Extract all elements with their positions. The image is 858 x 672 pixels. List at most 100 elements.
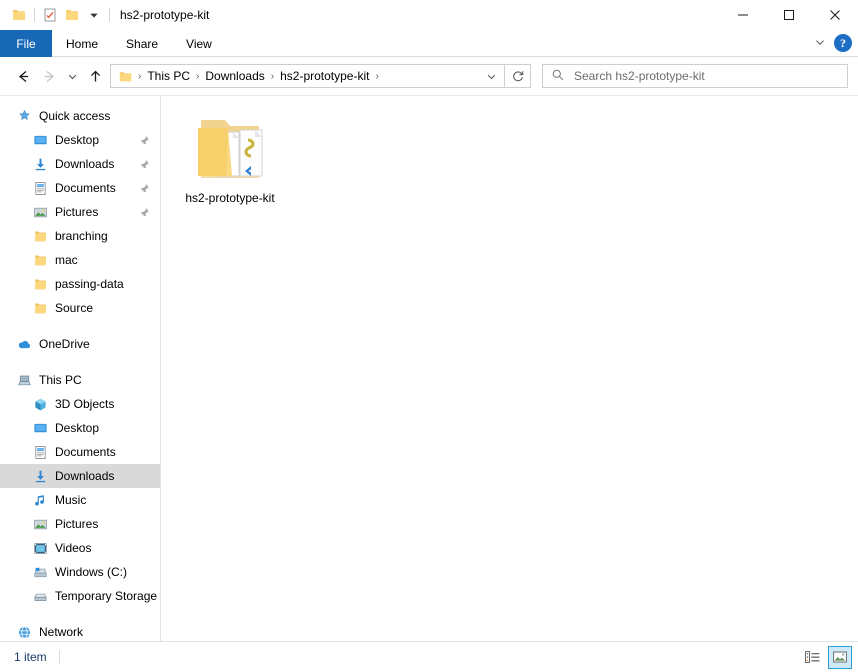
sidebar-item-label: Documents (55, 445, 116, 459)
forward-button (36, 62, 62, 90)
thispc-icon (16, 372, 32, 388)
search-icon (551, 68, 565, 85)
search-input[interactable]: Search hs2-prototype-kit (574, 69, 705, 83)
sidebar-group-quick-access[interactable]: Quick access (0, 104, 160, 128)
sidebar-item-3d-objects[interactable]: 3D Objects (0, 392, 160, 416)
pin-icon[interactable] (138, 134, 150, 146)
toolbar-divider (34, 8, 35, 22)
expand-ribbon-chevron-icon[interactable] (814, 36, 826, 51)
sidebar-item-downloads[interactable]: Downloads (0, 152, 160, 176)
view-toggle-group (800, 646, 852, 669)
ribbon-right-controls: ? (814, 30, 858, 56)
help-button[interactable]: ? (834, 34, 852, 52)
recent-locations-chevron-icon[interactable] (62, 62, 82, 90)
pin-icon[interactable] (138, 206, 150, 218)
navigation-pane[interactable]: Quick access Desktop Downloads (0, 96, 161, 641)
customize-chevron-icon[interactable] (83, 4, 105, 26)
maximize-button[interactable] (766, 0, 812, 30)
sidebar-item-documents-pc[interactable]: Documents (0, 440, 160, 464)
tab-file[interactable]: File (0, 30, 52, 57)
details-view-button[interactable] (800, 646, 824, 669)
sidebar-item-label: 3D Objects (55, 397, 114, 411)
sidebar-spacer-3 (0, 608, 160, 620)
item-count-label: 1 item (14, 650, 47, 664)
quick-access-toolbar (8, 4, 114, 26)
breadcrumb-item-hs2-prototype-kit[interactable]: hs2-prototype-kit (277, 69, 372, 83)
sidebar-group-label: This PC (39, 373, 82, 387)
folder-icon (32, 228, 48, 244)
sidebar-item-label: Desktop (55, 421, 99, 435)
folder-icon (32, 300, 48, 316)
sidebar-item-pictures-pc[interactable]: Pictures (0, 512, 160, 536)
folder-with-files-icon (193, 110, 267, 188)
sidebar-item-label: passing-data (55, 277, 124, 291)
pin-icon[interactable] (138, 158, 150, 170)
up-button[interactable] (82, 62, 108, 90)
sidebar-item-windows-c[interactable]: Windows (C:) (0, 560, 160, 584)
minimize-button[interactable] (720, 0, 766, 30)
sidebar-item-desktop[interactable]: Desktop (0, 128, 160, 152)
tab-share[interactable]: Share (112, 30, 172, 57)
window-title: hs2-prototype-kit (120, 8, 209, 22)
sidebar-item-temporary-storage[interactable]: Temporary Storage (0, 584, 160, 608)
sidebar-spacer-2 (0, 356, 160, 368)
sidebar-item-videos[interactable]: Videos (0, 536, 160, 560)
tab-home[interactable]: Home (52, 30, 112, 57)
network-icon (16, 624, 32, 640)
breadcrumb-item-downloads[interactable]: Downloads (202, 69, 267, 83)
explorer-body: Quick access Desktop Downloads (0, 95, 858, 641)
sidebar-item-downloads-pc[interactable]: Downloads (0, 464, 160, 488)
folder-icon (32, 276, 48, 292)
toolbar-divider-2 (109, 8, 110, 22)
sidebar-group-label: Network (39, 625, 83, 639)
sidebar-item-label: Desktop (55, 133, 99, 147)
sidebar-item-label: Documents (55, 181, 116, 195)
sidebar-item-branching[interactable]: branching (0, 224, 160, 248)
pictures-icon (32, 516, 48, 532)
sidebar-group-network[interactable]: Network (0, 620, 160, 641)
properties-icon[interactable] (39, 4, 61, 26)
tab-view[interactable]: View (172, 30, 226, 57)
breadcrumb-dropdown-chevron-icon[interactable] (480, 65, 502, 87)
sidebar-item-passing-data[interactable]: passing-data (0, 272, 160, 296)
sidebar-item-label: Videos (55, 541, 91, 555)
documents-icon (32, 180, 48, 196)
close-button[interactable] (812, 0, 858, 30)
new-folder-icon[interactable] (61, 4, 83, 26)
sidebar-item-desktop-pc[interactable]: Desktop (0, 416, 160, 440)
sidebar-item-label: Downloads (55, 157, 114, 171)
breadcrumb-separator-1: › (193, 71, 202, 82)
file-explorer-window: hs2-prototype-kit File Home Share View ? (0, 0, 858, 672)
large-icons-view-button[interactable] (828, 646, 852, 669)
sidebar-spacer-1 (0, 320, 160, 332)
downloads-icon (32, 156, 48, 172)
window-controls (720, 0, 858, 30)
music-icon (32, 492, 48, 508)
sidebar-group-this-pc[interactable]: This PC (0, 368, 160, 392)
file-item[interactable]: hs2-prototype-kit (175, 106, 285, 209)
file-grid: hs2-prototype-kit (175, 106, 858, 209)
drive-icon (32, 588, 48, 604)
ribbon-tabs: File Home Share View ? (0, 30, 858, 57)
sidebar-group-onedrive[interactable]: OneDrive (0, 332, 160, 356)
breadcrumb[interactable]: › This PC › Downloads › hs2-prototype-ki… (110, 64, 505, 88)
sidebar-item-pictures[interactable]: Pictures (0, 200, 160, 224)
sidebar-item-documents[interactable]: Documents (0, 176, 160, 200)
sidebar-item-mac[interactable]: mac (0, 248, 160, 272)
sidebar-item-label: Downloads (55, 469, 114, 483)
breadcrumb-item-this-pc[interactable]: This PC (144, 69, 193, 83)
refresh-button[interactable] (505, 64, 531, 88)
search-box[interactable]: Search hs2-prototype-kit (542, 64, 848, 88)
address-bar: › This PC › Downloads › hs2-prototype-ki… (0, 57, 858, 95)
back-button[interactable] (10, 62, 36, 90)
sidebar-item-music[interactable]: Music (0, 488, 160, 512)
videos-icon (32, 540, 48, 556)
cloud-icon (16, 336, 32, 352)
file-list-view[interactable]: hs2-prototype-kit (161, 96, 858, 641)
sidebar-item-source[interactable]: Source (0, 296, 160, 320)
pictures-icon (32, 204, 48, 220)
sidebar-item-label: Temporary Storage (55, 589, 157, 603)
folder-icon[interactable] (8, 4, 30, 26)
status-bar: 1 item (0, 641, 858, 672)
pin-icon[interactable] (138, 182, 150, 194)
